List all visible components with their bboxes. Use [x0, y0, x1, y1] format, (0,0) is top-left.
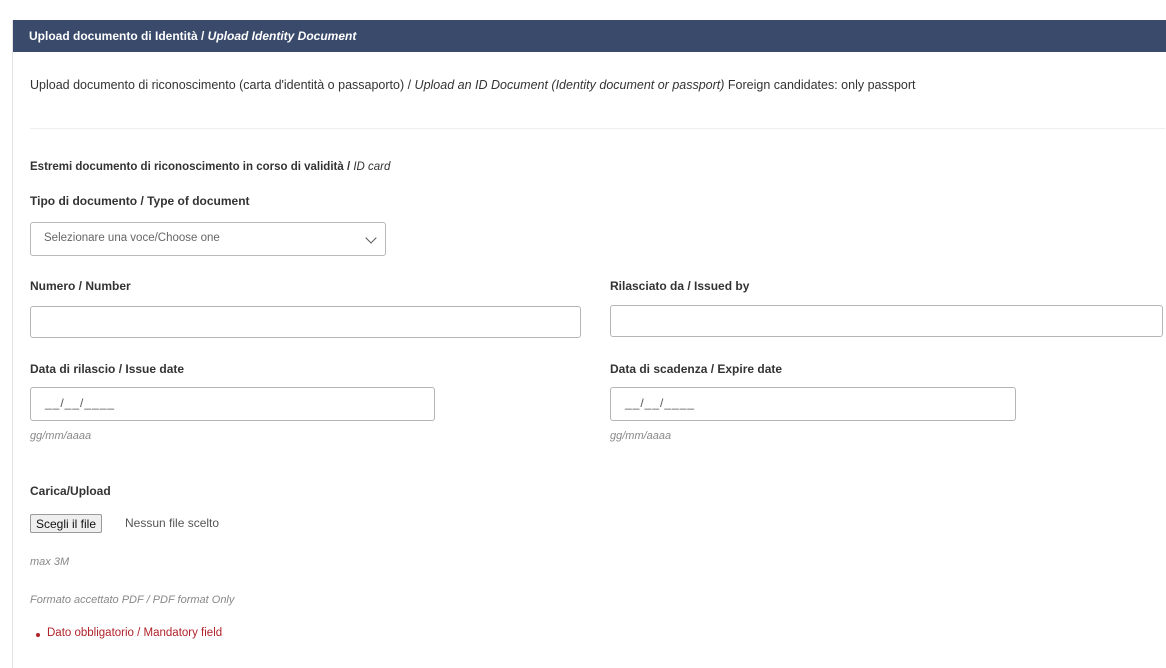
intro-text-note: Foreign candidates: only passport: [724, 78, 916, 92]
error-bullet: [36, 633, 40, 637]
format-hint: Formato accettato PDF / PDF format Only: [30, 594, 235, 606]
expire-date-input[interactable]: __/__/____: [610, 387, 1016, 421]
upload-label: Carica/Upload: [30, 484, 111, 498]
header-title-it: Upload documento di Identità /: [29, 29, 208, 43]
issue-date-label: Data di rilascio / Issue date: [30, 362, 185, 376]
doc-type-select[interactable]: Selezionare una voce/Choose one: [30, 222, 386, 256]
issue-date-value: __/__/____: [45, 396, 116, 410]
identity-document-panel: Upload documento di Identità / Upload Id…: [12, 20, 1166, 668]
file-status-text: Nessun file scelto: [125, 516, 220, 530]
panel-header: Upload documento di Identità / Upload Id…: [13, 20, 1166, 52]
issued-by-input[interactable]: [610, 305, 1163, 337]
section-title-en: ID card: [353, 161, 391, 173]
choose-file-button[interactable]: Scegli il file: [30, 514, 103, 533]
mandatory-field-error: Dato obbligatorio / Mandatory field: [47, 627, 223, 639]
intro-text-it: Upload documento di riconoscimento (cart…: [30, 78, 415, 92]
doc-type-label: Tipo di documento / Type of document: [30, 194, 250, 208]
expire-date-hint: gg/mm/aaaa: [610, 430, 672, 442]
issue-date-hint: gg/mm/aaaa: [30, 430, 92, 442]
number-input[interactable]: [30, 306, 581, 338]
issue-date-input[interactable]: __/__/____: [30, 387, 435, 421]
section-title-it: Estremi documento di riconoscimento in c…: [30, 161, 354, 173]
section-divider: [30, 128, 1165, 129]
expire-date-value: __/__/____: [625, 396, 696, 410]
header-title-en: Upload Identity Document: [207, 29, 357, 43]
issued-by-label: Rilasciato da / Issued by: [610, 279, 750, 293]
doc-type-selected-value: Selezionare una voce/Choose one: [44, 232, 220, 244]
number-label: Numero / Number: [30, 279, 131, 293]
intro-text-en: Upload an ID Document (Identity document…: [414, 78, 725, 92]
chevron-down-icon: [365, 232, 377, 244]
expire-date-label: Data di scadenza / Expire date: [610, 362, 783, 376]
intro-text: Upload documento di riconoscimento (cart…: [30, 78, 916, 92]
max-size-hint: max 3M: [30, 556, 70, 568]
section-title: Estremi documento di riconoscimento in c…: [30, 161, 390, 173]
